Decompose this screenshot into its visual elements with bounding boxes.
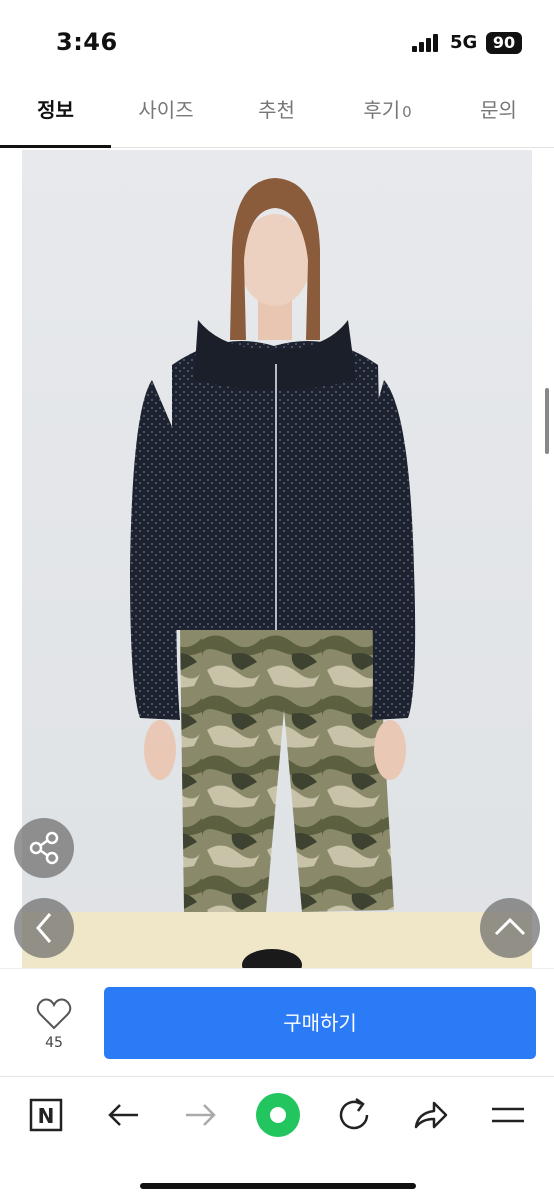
menu-icon[interactable] [486, 1093, 530, 1137]
green-dot-icon[interactable] [252, 1089, 304, 1141]
tab-recommend-label: 추천 [258, 98, 295, 122]
share-button[interactable] [14, 818, 74, 878]
svg-text:N: N [38, 1104, 55, 1128]
chevron-up-icon [494, 917, 526, 936]
tab-info[interactable]: 정보 [0, 88, 111, 148]
back-arrow-icon[interactable] [102, 1093, 146, 1137]
status-bar: 3:46 5G 90 [0, 0, 554, 88]
product-image[interactable] [22, 150, 532, 968]
share-icon [29, 831, 59, 865]
tab-recommend[interactable]: 추천 [221, 88, 332, 148]
naver-n-icon[interactable]: N [24, 1093, 68, 1137]
tab-info-label: 정보 [37, 98, 74, 122]
tab-reviews-label: 후기 [363, 98, 401, 122]
home-indicator[interactable] [140, 1183, 416, 1189]
purchase-bar: 45 구매하기 [0, 968, 554, 1074]
battery-icon: 90 [486, 32, 522, 54]
tab-inquiry-label: 문의 [480, 98, 517, 122]
forward-arrow-icon[interactable] [178, 1093, 222, 1137]
refresh-icon[interactable] [332, 1093, 376, 1137]
share-arrow-icon[interactable] [408, 1093, 452, 1137]
tab-bar: 정보 사이즈 추천 후기 0 문의 [0, 88, 554, 148]
prev-image-button[interactable] [14, 898, 74, 958]
product-photo [22, 150, 532, 968]
network-label: 5G [450, 32, 478, 53]
heart-icon [36, 998, 72, 1030]
tab-size[interactable]: 사이즈 [111, 88, 221, 148]
tab-inquiry[interactable]: 문의 [443, 88, 554, 148]
signal-icon [412, 34, 442, 52]
scroll-indicator[interactable] [545, 388, 549, 454]
tab-active-indicator [0, 145, 111, 148]
tab-reviews-count: 0 [402, 103, 412, 121]
tab-reviews[interactable]: 후기 0 [332, 88, 443, 148]
scroll-top-button[interactable] [480, 898, 540, 958]
browser-toolbar: N [0, 1076, 554, 1200]
status-time: 3:46 [56, 28, 118, 56]
tab-size-label: 사이즈 [138, 98, 194, 122]
chevron-left-icon [36, 913, 52, 943]
buy-button[interactable]: 구매하기 [104, 987, 536, 1059]
like-count: 45 [45, 1035, 63, 1051]
